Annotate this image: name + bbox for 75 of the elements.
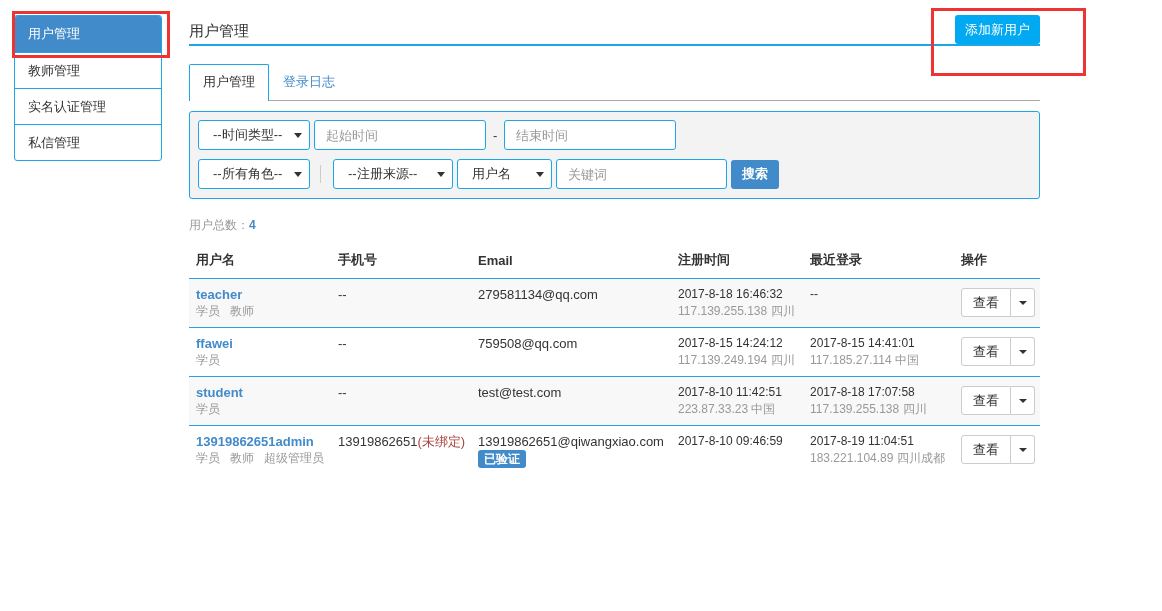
last-login-time: 2017-8-19 11:04:51 xyxy=(810,433,915,450)
role-label: 教师 xyxy=(230,451,254,465)
caret-icon xyxy=(294,132,302,138)
column-header: 最近登录 xyxy=(803,241,954,279)
dropdown-toggle[interactable] xyxy=(1011,386,1035,415)
dropdown[interactable]: --注册来源-- xyxy=(333,159,453,189)
last-login-time: 2017-8-15 14:41:01 xyxy=(810,335,916,352)
caret-icon xyxy=(536,171,544,177)
registered-ip: 117.139.255.138 四川 xyxy=(678,303,796,320)
registered-ip: 223.87.33.23 中国 xyxy=(678,401,777,418)
dropdown[interactable]: 用户名 xyxy=(457,159,552,189)
email-text: 759508@qq.com xyxy=(478,335,579,352)
dropdown-toggle[interactable] xyxy=(1011,337,1035,366)
caret-icon xyxy=(294,171,302,177)
role-label: 学员 xyxy=(196,304,220,318)
input-field[interactable]: 起始时间 xyxy=(314,120,486,150)
last-login-ip: 117.139.255.138 四川 xyxy=(810,401,928,418)
registered-ip: 117.139.249.194 四川 xyxy=(678,352,796,369)
dropdown[interactable]: --时间类型-- xyxy=(198,120,310,150)
registered-time: 2017-8-10 11:42:51 xyxy=(678,384,783,401)
phone-number: -- xyxy=(338,385,347,400)
total-count: 4 xyxy=(249,218,256,232)
column-header: Email xyxy=(471,241,671,279)
view-button[interactable]: 查看 xyxy=(961,386,1011,415)
role-label: 学员 xyxy=(196,402,220,416)
caret-icon xyxy=(1018,398,1027,403)
input-field[interactable]: 结束时间 xyxy=(504,120,677,150)
dropdown-toggle[interactable] xyxy=(1011,288,1035,317)
email-text: 13919862651@qiwangxiao.com xyxy=(478,433,664,450)
registered-time: 2017-8-18 16:46:32 xyxy=(678,286,784,303)
last-login-time: 2017-8-18 17:07:58 xyxy=(810,384,916,401)
last-login-ip: 117.185.27.114 中国 xyxy=(810,352,920,369)
email-text: 279581134@qq.com xyxy=(478,286,599,303)
role-label: 学员 xyxy=(196,353,220,367)
phone-status: (未绑定) xyxy=(417,434,466,449)
search-button[interactable]: 搜索 xyxy=(731,159,779,189)
role-label: 学员 xyxy=(196,451,220,465)
role-label: 超级管理员 xyxy=(264,451,324,465)
sidebar-item[interactable]: 教师管理 xyxy=(15,52,161,88)
last-login-ip: 183.221.104.89 四川成都 xyxy=(810,450,946,467)
phone-number: -- xyxy=(338,336,347,351)
phone-number: 13919862651 xyxy=(338,434,418,449)
caret-icon xyxy=(1018,300,1027,305)
caret-icon xyxy=(1018,447,1027,452)
sidebar-item[interactable]: 实名认证管理 xyxy=(15,88,161,124)
tab[interactable]: 用户管理 xyxy=(189,64,269,101)
caret-icon xyxy=(1018,349,1027,354)
view-button[interactable]: 查看 xyxy=(961,337,1011,366)
total-label: 用户总数： xyxy=(189,218,249,232)
username-link[interactable]: 13919862651admin xyxy=(196,433,314,450)
dropdown-toggle[interactable] xyxy=(1011,435,1035,464)
phone-number: -- xyxy=(338,287,347,302)
column-header: 用户名 xyxy=(189,241,331,279)
sidebar-item[interactable]: 用户管理 xyxy=(15,16,161,52)
dropdown[interactable]: --所有角色-- xyxy=(198,159,310,189)
view-button[interactable]: 查看 xyxy=(961,288,1011,317)
role-label: 教师 xyxy=(230,304,254,318)
divider xyxy=(320,165,321,183)
verified-badge: 已验证 xyxy=(478,450,526,468)
email-text: test@test.com xyxy=(478,384,563,401)
page-title: 用户管理 xyxy=(189,21,249,41)
last-login-time: -- xyxy=(810,286,819,303)
registered-time: 2017-8-10 09:46:59 xyxy=(678,433,784,450)
sidebar-item[interactable]: 私信管理 xyxy=(15,124,161,160)
input-field[interactable]: 关键词 xyxy=(556,159,727,189)
column-header: 操作 xyxy=(954,241,1040,279)
range-separator: - xyxy=(492,127,499,143)
column-header: 注册时间 xyxy=(671,241,803,279)
caret-icon xyxy=(437,171,445,177)
column-header: 手机号 xyxy=(331,241,471,279)
view-button[interactable]: 查看 xyxy=(961,435,1011,464)
username-link[interactable]: ffawei xyxy=(196,335,233,352)
tab[interactable]: 登录日志 xyxy=(269,64,349,100)
username-link[interactable]: teacher xyxy=(196,286,243,303)
registered-time: 2017-8-15 14:24:12 xyxy=(678,335,784,352)
